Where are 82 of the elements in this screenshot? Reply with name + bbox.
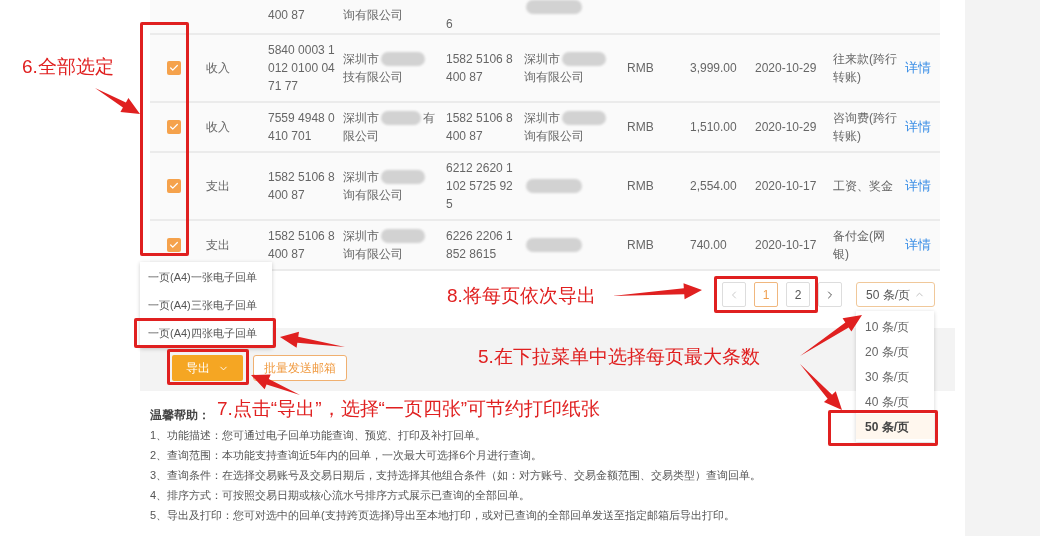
counter-account-number: 1582 5106 8 400 87 [446, 52, 513, 84]
transaction-type: 支出 [206, 238, 230, 252]
page-size-option[interactable]: 20 条/页 [856, 339, 934, 364]
menu-item[interactable]: 一页(A4)三张电子回单 [140, 294, 272, 316]
help-text: 2、查询范围：本功能支持查询近5年内的回单，一次最大可选择6个月进行查询。 [150, 448, 543, 463]
counter-account-number: 6 [446, 17, 453, 31]
counter-account-name: 询有限公司 [524, 69, 584, 86]
account-number: 7559 4948 0 410 701 [268, 111, 335, 143]
purpose: 咨询费(跨行转账) [833, 110, 897, 145]
transaction-type: 收入 [206, 61, 230, 75]
counter-account-number: 6226 2206 1 852 8615 [446, 229, 513, 261]
purpose: 备付金(网银) [833, 228, 886, 263]
account-name: 询有限公司 [343, 187, 403, 204]
account-name: 深圳市 [343, 169, 379, 186]
account-name: 限公司 [343, 128, 379, 145]
menu-item[interactable]: 一页(A4)四张电子回单 [140, 322, 272, 344]
annotation-text: 7.点击“导出”，选择“一页四张”可节约打印纸张 [217, 397, 601, 421]
arrow [280, 331, 345, 348]
help-text: 1、功能描述：您可通过电子回单功能查询、预览、打印及补打回单。 [150, 428, 487, 443]
checkbox[interactable] [167, 61, 181, 75]
detail-link[interactable]: 详情 [905, 60, 931, 76]
detail-link[interactable]: 详情 [905, 119, 931, 135]
transaction-date: 2020-10-29 [755, 120, 817, 134]
counter-account-number: 1582 5106 8 400 87 [446, 111, 513, 143]
account-name: 深圳市 [343, 51, 379, 68]
page-size-option[interactable]: 30 条/页 [856, 364, 934, 389]
detail-link[interactable]: 详情 [905, 237, 931, 253]
arrow [800, 315, 862, 356]
account-number: 400 87 [268, 8, 305, 22]
currency: RMB [627, 238, 654, 252]
amount: 2,554.00 [690, 179, 737, 193]
purpose: 工资、奖金 [833, 178, 894, 195]
account-number: 1582 5106 8 400 87 [268, 170, 335, 202]
check-icon [169, 240, 179, 250]
annotation-text: 5.在下拉菜单中选择每页最大条数 [478, 345, 760, 369]
help-text: 3、查询条件：在选择交易账号及交易日期后，支持选择其他组合条件（如：对方账号、交易金额范围、交易类型）查询回单。 [150, 468, 762, 483]
help-title: 温馨帮助： [150, 407, 210, 424]
account-name: 有 [423, 110, 435, 127]
transaction-type: 收入 [206, 120, 230, 134]
help-text: 4、排序方式：可按照交易日期或核心流水号排序方式展示已查询的全部回单。 [150, 488, 531, 503]
account-name: 技有限公司 [343, 69, 403, 86]
currency: RMB [627, 179, 654, 193]
arrow [251, 374, 300, 395]
arrow [800, 364, 842, 410]
arrow [95, 88, 140, 114]
account-number: 1582 5106 8 400 87 [268, 229, 335, 261]
amount: 740.00 [690, 238, 727, 252]
account-name: 询有限公司 [343, 246, 403, 263]
page-size-select[interactable]: 50 条/页 [856, 282, 935, 307]
account-name: 深圳市 [343, 228, 379, 245]
help-text: 5、导出及打印：您可对选中的回单(支持跨页选择)导出至本地打印，或对已查询的全部回单发送至指定邮箱后导出打印。 [150, 508, 736, 523]
currency: RMB [627, 120, 654, 134]
currency: RMB [627, 61, 654, 75]
checkbox[interactable] [167, 179, 181, 193]
counter-account-name: 深圳市 [524, 51, 560, 68]
annotation-text: 6.全部选定 [22, 55, 114, 79]
amount: 1,510.00 [690, 120, 737, 134]
menu-item[interactable]: 一页(A4)一张电子回单 [140, 266, 272, 288]
detail-link[interactable]: 详情 [905, 178, 931, 194]
counter-account-name: 深圳市 [524, 110, 560, 127]
checkbox[interactable] [167, 238, 181, 252]
counter-account-name: 询有限公司 [524, 128, 584, 145]
next-page-button[interactable] [818, 282, 842, 307]
page-number[interactable]: 2 [786, 282, 810, 307]
annotation-text: 8.将每页依次导出 [447, 284, 596, 308]
page-size-option[interactable]: 10 条/页 [856, 314, 934, 339]
transaction-date: 2020-10-17 [755, 179, 817, 193]
counter-account-number: 6212 2620 1 102 5725 92 5 [446, 161, 513, 211]
transaction-date: 2020-10-29 [755, 61, 817, 75]
transaction-date: 2020-10-17 [755, 238, 817, 252]
page-size-option[interactable]: 40 条/页 [856, 389, 934, 414]
check-icon [169, 122, 179, 132]
page-size-option[interactable]: 50 条/页 [856, 414, 934, 439]
account-number: 5840 0003 1 012 0100 04 71 77 [268, 43, 335, 93]
check-icon [169, 181, 179, 191]
account-name: 询有限公司 [343, 7, 403, 24]
check-icon [169, 63, 179, 73]
amount: 3,999.00 [690, 61, 737, 75]
transaction-type: 支出 [206, 179, 230, 193]
checkbox[interactable] [167, 120, 181, 134]
account-name: 深圳市 [343, 110, 379, 127]
purpose: 往来款(跨行转账) [833, 51, 897, 86]
